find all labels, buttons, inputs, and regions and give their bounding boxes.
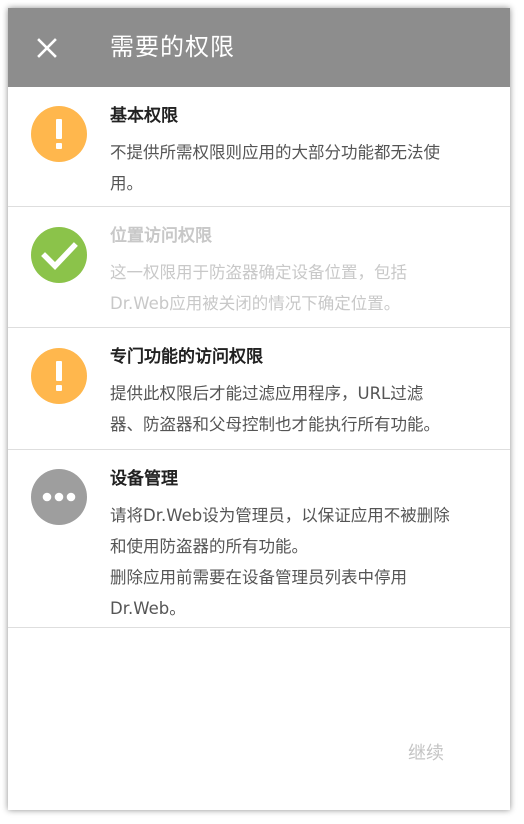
continue-button[interactable]: 继续 xyxy=(396,738,456,770)
more-dots-icon xyxy=(31,469,87,525)
permission-title: 设备管理 xyxy=(110,469,178,489)
exclamation-icon xyxy=(31,106,87,162)
checkmark-icon xyxy=(31,227,87,283)
permission-item-basic[interactable]: 基本权限 不提供所需权限则应用的大部分功能都无法使 用。 xyxy=(8,87,510,207)
permission-item-device-admin[interactable]: 设备管理 请将Dr.Web设为管理员，以保证应用不被删除 和使用防盗器的所有功能… xyxy=(8,450,510,628)
permission-description: 这一权限用于防盗器确定设备位置，包括 Dr.Web应用被关闭的情况下确定位置。 xyxy=(110,263,407,313)
app-bar: 需要的权限 xyxy=(8,8,510,87)
permission-description: 请将Dr.Web设为管理员，以保证应用不被删除 和使用防盗器的所有功能。 删除应… xyxy=(110,506,450,618)
page-title: 需要的权限 xyxy=(110,33,235,61)
permission-item-location[interactable]: 位置访问权限 这一权限用于防盗器确定设备位置，包括 Dr.Web应用被关闭的情况… xyxy=(8,207,510,328)
close-button[interactable] xyxy=(34,35,60,61)
permission-title: 位置访问权限 xyxy=(110,226,212,246)
permission-title: 基本权限 xyxy=(110,106,178,126)
close-icon xyxy=(37,38,57,58)
permission-description: 不提供所需权限则应用的大部分功能都无法使 用。 xyxy=(110,143,440,193)
permission-title: 专门功能的访问权限 xyxy=(110,347,263,367)
permission-item-special-access[interactable]: 专门功能的访问权限 提供此权限后才能过滤应用程序，URL过滤 器、防盗器和父母控… xyxy=(8,328,510,450)
permission-description: 提供此权限后才能过滤应用程序，URL过滤 器、防盗器和父母控制也才能执行所有功能… xyxy=(110,384,440,434)
exclamation-icon xyxy=(31,348,87,404)
permissions-dialog: 需要的权限 基本权限 不提供所需权限则应用的大部分功能都无法使 用。 位置访问权… xyxy=(8,8,510,810)
